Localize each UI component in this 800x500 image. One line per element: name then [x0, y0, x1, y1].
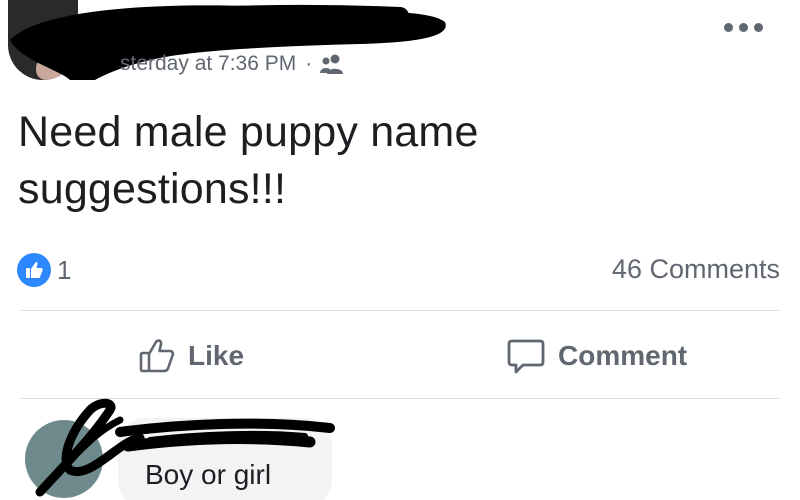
post-meta: sterday at 7:36 PM · — [120, 50, 345, 78]
divider — [20, 310, 780, 311]
like-count: 1 — [57, 254, 72, 285]
comment-button-label: Comment — [558, 340, 688, 371]
divider — [20, 398, 780, 399]
facebook-post: sterday at 7:36 PM · Need male puppy nam… — [0, 0, 800, 500]
more-options-icon[interactable] — [724, 20, 770, 34]
more-dot — [739, 22, 748, 32]
reaction-summary[interactable]: 1 — [17, 253, 71, 287]
post-text: Need male puppy name suggestions!!! — [18, 104, 738, 218]
post-text-line: suggestions!!! — [18, 165, 287, 213]
commenter-avatar[interactable] — [25, 420, 103, 498]
post-text-line: Need male puppy name — [18, 108, 479, 156]
post-timestamp[interactable]: sterday at 7:36 PM — [120, 52, 296, 76]
like-reaction-icon — [17, 253, 51, 287]
more-dot — [754, 22, 763, 32]
meta-separator: · — [305, 52, 313, 75]
comment-text: Boy or girl — [145, 459, 272, 490]
more-dot — [724, 22, 733, 32]
comment-count[interactable]: 46 Comments — [612, 254, 780, 285]
thumbs-up-icon — [139, 339, 175, 373]
like-button[interactable]: Like — [138, 332, 244, 380]
group-icon[interactable] — [319, 53, 345, 75]
comment-button[interactable]: Comment — [506, 332, 687, 380]
comment-bubble-icon — [507, 339, 545, 374]
like-button-label: Like — [188, 340, 245, 371]
